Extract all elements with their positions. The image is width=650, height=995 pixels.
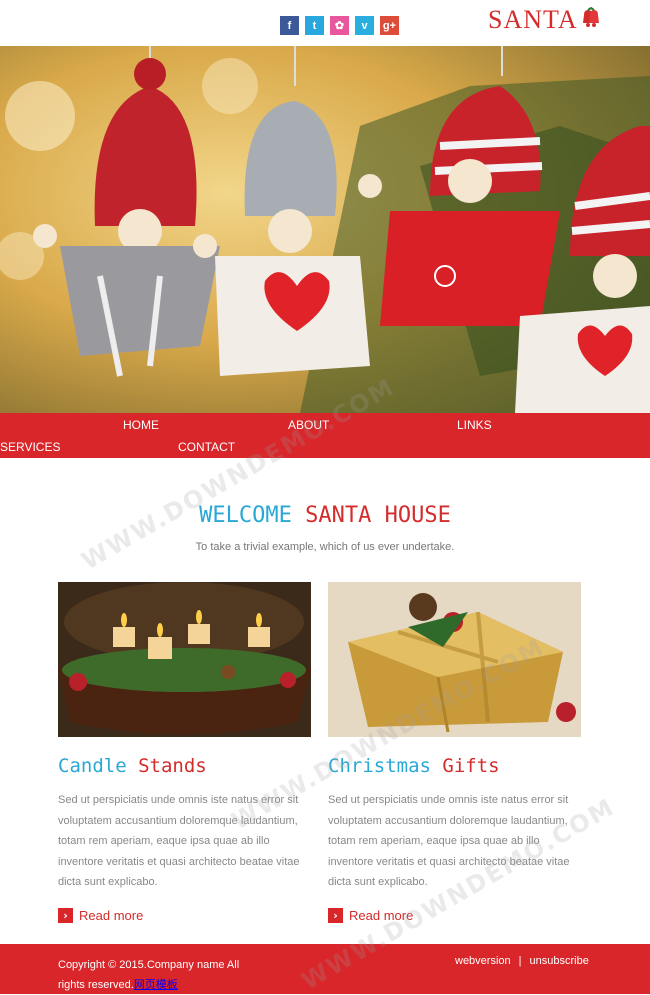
welcome-heading: WELCOME SANTA HOUSE bbox=[0, 503, 650, 528]
gift-image bbox=[328, 582, 581, 737]
card-title: Candle Stands bbox=[58, 755, 207, 777]
dribbble-icon[interactable]: ✿ bbox=[330, 16, 349, 35]
vimeo-icon[interactable]: v bbox=[355, 16, 374, 35]
chevron-right-icon: › bbox=[328, 907, 343, 923]
welcome-santa-house: SANTA HOUSE bbox=[305, 503, 451, 528]
twitter-icon[interactable]: t bbox=[305, 16, 324, 35]
card-title: Christmas Gifts bbox=[328, 755, 500, 777]
nav-contact[interactable]: CONTACT bbox=[178, 440, 235, 454]
footer: Copyright © 2015.Company name All rights… bbox=[0, 944, 650, 994]
read-more-link[interactable]: › Read more bbox=[58, 907, 311, 923]
logo-text: SANTA bbox=[488, 5, 578, 34]
webversion-link[interactable]: webversion bbox=[455, 955, 511, 967]
copyright: Copyright © 2015.Company name All rights… bbox=[58, 959, 240, 991]
card-text: Sed ut perspiciatis unde omnis iste natu… bbox=[58, 794, 300, 888]
nav-home[interactable]: HOME bbox=[123, 418, 159, 432]
chevron-right-icon: › bbox=[58, 907, 73, 923]
nav-about[interactable]: ABOUT bbox=[288, 418, 329, 432]
unsubscribe-link[interactable]: unsubscribe bbox=[530, 955, 589, 967]
welcome-word: WELCOME bbox=[199, 503, 292, 528]
tagline: To take a trivial example, which of us e… bbox=[195, 541, 455, 553]
hero-image bbox=[0, 46, 650, 413]
nav-links[interactable]: LINKS bbox=[457, 418, 492, 432]
template-link[interactable]: 网页模板 bbox=[134, 979, 178, 991]
read-more-link[interactable]: › Read more bbox=[328, 907, 581, 923]
footer-links: webversion | unsubscribe bbox=[455, 955, 589, 967]
card-text: Sed ut perspiciatis unde omnis iste natu… bbox=[328, 794, 570, 888]
logo[interactable]: SANTA bbox=[488, 5, 604, 35]
google-plus-icon[interactable]: g+ bbox=[380, 16, 399, 35]
social-icons: f t ✿ v g+ bbox=[280, 16, 399, 35]
candle-image bbox=[58, 582, 311, 737]
facebook-icon[interactable]: f bbox=[280, 16, 299, 35]
card-christmas-gifts: Christmas Gifts Sed ut perspiciatis unde… bbox=[328, 582, 581, 923]
top-bar: f t ✿ v g+ SANTA bbox=[0, 0, 650, 46]
main-nav: HOME ABOUT LINKS SERVICES CONTACT bbox=[0, 413, 650, 458]
bells-icon bbox=[582, 7, 599, 27]
card-candle-stands: Candle Stands Sed ut perspiciatis unde o… bbox=[58, 582, 311, 923]
nav-services[interactable]: SERVICES bbox=[0, 440, 60, 454]
